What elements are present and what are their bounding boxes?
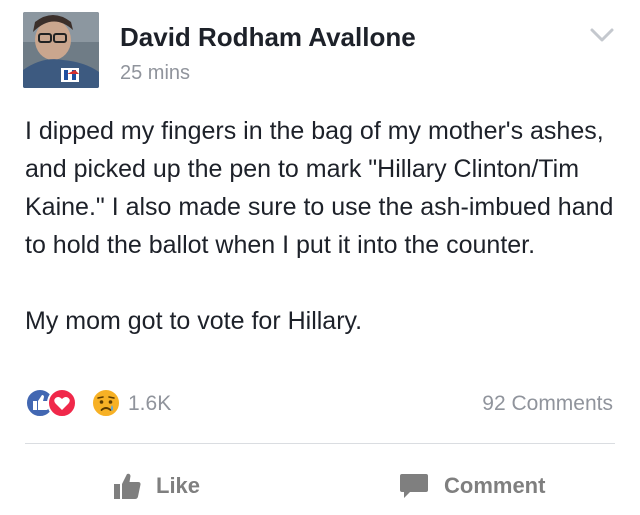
- like-label: Like: [156, 473, 201, 498]
- avatar[interactable]: [23, 12, 99, 88]
- sad-reaction-icon: [91, 388, 121, 418]
- comment-label: Comment: [444, 473, 546, 498]
- reactions-bar[interactable]: 1.6K 92 Comments: [25, 388, 625, 420]
- comments-count[interactable]: 92 Comments: [482, 392, 613, 416]
- profile-photo: [23, 12, 99, 88]
- post-text: I dipped my fingers in the bag of my mot…: [25, 117, 614, 335]
- thumbs-up-icon: [114, 473, 141, 499]
- like-button[interactable]: Like: [112, 468, 200, 504]
- love-reaction-icon: [47, 388, 77, 418]
- divider: [25, 443, 615, 444]
- reaction-count[interactable]: 1.6K: [128, 392, 171, 416]
- comment-icon: [400, 474, 428, 498]
- facebook-post: David Rodham Avallone 25 mins I dipped m…: [0, 0, 640, 515]
- comment-button[interactable]: Comment: [398, 468, 545, 504]
- post-timestamp[interactable]: 25 mins: [120, 62, 190, 85]
- chevron-down-icon[interactable]: [588, 25, 616, 45]
- author-name[interactable]: David Rodham Avallone: [120, 22, 416, 53]
